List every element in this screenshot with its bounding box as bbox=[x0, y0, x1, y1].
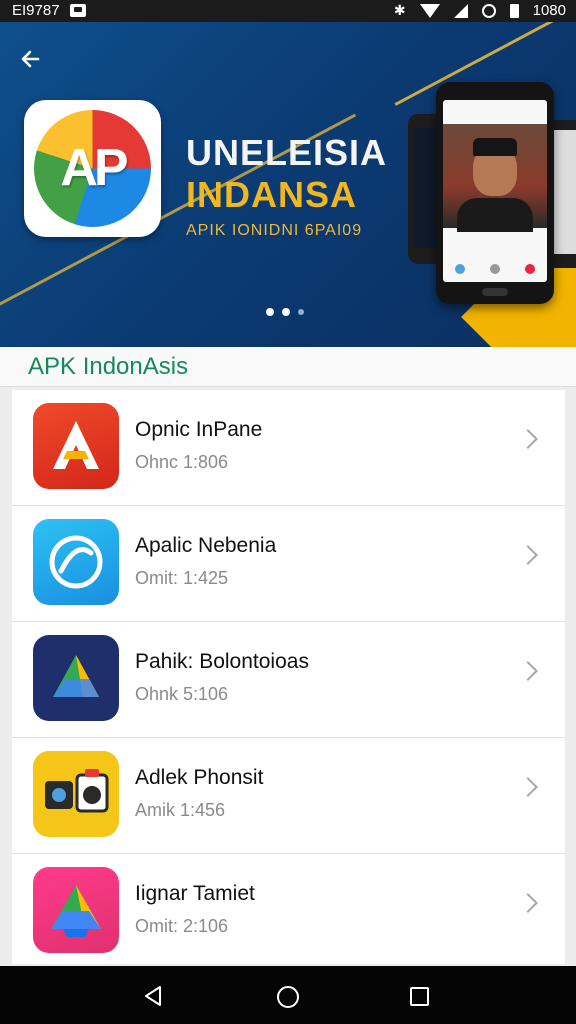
hero-title-line2: INDANSA bbox=[186, 174, 358, 215]
recents-icon[interactable] bbox=[410, 987, 429, 1006]
home-icon[interactable] bbox=[277, 986, 299, 1008]
app-list: Opnic InPane Ohnc 1:806 Apalic Nebenia O… bbox=[12, 390, 565, 970]
status-left-text: EI9787 bbox=[12, 2, 60, 19]
hero-subtitle: APIK IONIDNI 6PAI09 bbox=[186, 222, 363, 239]
battery-icon bbox=[509, 3, 519, 18]
phone-mockup-front bbox=[436, 82, 554, 304]
circular-arrows-icon bbox=[33, 519, 119, 605]
app-name: Adlek Phonsit bbox=[135, 766, 264, 789]
app-meta: Ohnc 1:806 bbox=[135, 452, 229, 472]
carousel-pager[interactable] bbox=[266, 308, 304, 316]
pager-dot[interactable] bbox=[282, 308, 290, 316]
hero-banner[interactable]: AP UNELEISIA INDANSA APIK IONIDNI 6PAI09 bbox=[0, 22, 576, 347]
navigation-bar bbox=[0, 966, 576, 1024]
chevron-right-icon bbox=[518, 429, 538, 449]
app-name: Pahik: Bolontoioas bbox=[135, 650, 309, 673]
list-item[interactable]: Iignar Tamiet Omit: 2:106 bbox=[12, 854, 565, 970]
app-meta: Ohnk 5:106 bbox=[135, 684, 229, 704]
pager-dot[interactable] bbox=[298, 309, 304, 315]
drive-triangle-icon bbox=[33, 867, 119, 953]
status-bar: EI9787 ✱ 1080 bbox=[0, 0, 576, 22]
app-meta: Omit: 2:106 bbox=[135, 916, 229, 936]
section-title: APK IndonAsis bbox=[28, 353, 189, 380]
bluetooth-icon: ✱ bbox=[393, 2, 406, 18]
status-time: 1080 bbox=[532, 2, 566, 19]
pager-dot-active[interactable] bbox=[266, 308, 274, 316]
arrow-left-icon bbox=[21, 50, 40, 68]
app-logo: AP bbox=[24, 100, 161, 237]
chevron-right-icon bbox=[518, 893, 538, 913]
hero-title-line1: UNELEISIA bbox=[186, 132, 388, 173]
list-item[interactable]: Apalic Nebenia Omit: 1:425 bbox=[12, 506, 565, 622]
app-meta: Omit: 1:425 bbox=[135, 568, 229, 588]
list-item[interactable]: Opnic InPane Ohnc 1:806 bbox=[12, 390, 565, 506]
letter-a-icon bbox=[33, 403, 119, 489]
triangle-drive-icon bbox=[33, 635, 119, 721]
app-meta: Amik 1:456 bbox=[135, 800, 226, 820]
person-photo bbox=[443, 124, 547, 232]
chevron-right-icon bbox=[518, 661, 538, 681]
app-name: Iignar Tamiet bbox=[135, 882, 255, 905]
signal-icon bbox=[453, 3, 468, 18]
camera-speaker-icon bbox=[33, 751, 119, 837]
wifi-icon bbox=[419, 3, 440, 18]
list-item[interactable]: Adlek Phonsit Amik 1:456 bbox=[12, 738, 565, 854]
list-item[interactable]: Pahik: Bolontoioas Ohnk 5:106 bbox=[12, 622, 565, 738]
chevron-right-icon bbox=[518, 777, 538, 797]
back-button[interactable] bbox=[14, 42, 48, 76]
alarm-icon bbox=[481, 3, 496, 18]
chevron-right-icon bbox=[518, 545, 538, 565]
app-name: Apalic Nebenia bbox=[135, 534, 277, 557]
notification-icon bbox=[69, 4, 86, 17]
back-icon[interactable] bbox=[143, 985, 163, 1007]
logo-text: AP bbox=[60, 139, 128, 197]
app-name: Opnic InPane bbox=[135, 418, 263, 441]
section-header: APK IndonAsis bbox=[0, 347, 576, 387]
